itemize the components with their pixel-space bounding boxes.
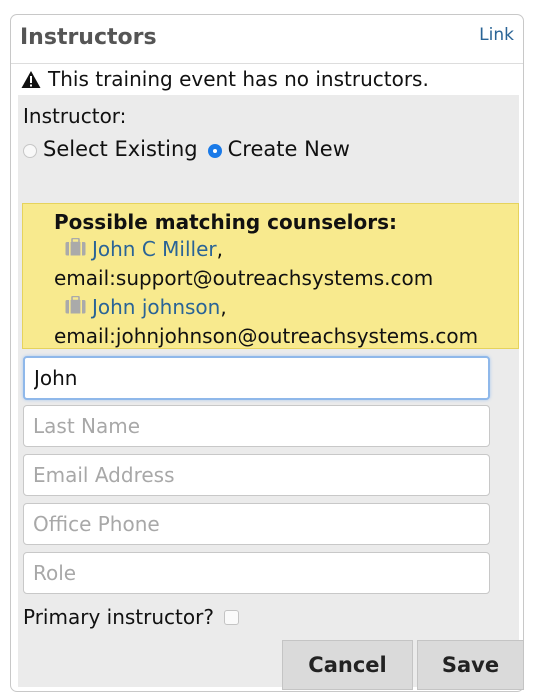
email-address-field[interactable] xyxy=(23,454,490,496)
matches-title: Possible matching counselors: xyxy=(54,210,398,234)
create-new-radio[interactable] xyxy=(207,144,222,158)
match-separator: , xyxy=(220,295,227,319)
office-phone-field[interactable] xyxy=(23,503,490,545)
instructor-form: Instructor: Select Existing Create New P… xyxy=(18,95,524,690)
match-item: John C Miller, xyxy=(65,237,223,261)
panel-title: Instructors xyxy=(20,25,157,50)
match-separator: , xyxy=(216,237,223,261)
instructor-mode-radio-group: Select Existing Create New xyxy=(23,137,350,161)
instructors-panel: Instructors Link This training event has… xyxy=(10,14,524,692)
match-item: John johnson, xyxy=(65,295,227,319)
briefcase-icon xyxy=(65,295,86,319)
instructor-label: Instructor: xyxy=(23,104,127,128)
select-existing-radio[interactable] xyxy=(23,144,37,158)
match-email: email:support@outreachsystems.com xyxy=(54,266,434,290)
match-name-link[interactable]: John johnson xyxy=(92,295,220,319)
primary-instructor-label: Primary instructor? xyxy=(23,605,214,629)
match-email: email:johnjohnson@outreachsystems.com xyxy=(54,324,479,348)
role-field[interactable] xyxy=(23,552,490,594)
save-button[interactable]: Save xyxy=(417,640,524,690)
cancel-button[interactable]: Cancel xyxy=(282,640,413,690)
create-new-label[interactable]: Create New xyxy=(228,137,350,161)
first-name-field[interactable] xyxy=(23,356,490,400)
no-instructors-warning: This training event has no instructors. xyxy=(21,67,429,91)
possible-matches-box: Possible matching counselors: John C Mil… xyxy=(22,203,519,349)
link-button[interactable]: Link xyxy=(479,25,514,45)
primary-instructor-row: Primary instructor? xyxy=(23,605,239,629)
warning-text: This training event has no instructors. xyxy=(48,67,429,91)
last-name-field[interactable] xyxy=(23,405,490,447)
select-existing-label[interactable]: Select Existing xyxy=(43,137,198,161)
briefcase-icon xyxy=(65,237,86,261)
warning-triangle-icon xyxy=(21,70,41,88)
panel-header: Instructors Link xyxy=(11,15,523,64)
match-name-link[interactable]: John C Miller xyxy=(92,237,217,261)
primary-instructor-checkbox[interactable] xyxy=(223,609,239,625)
